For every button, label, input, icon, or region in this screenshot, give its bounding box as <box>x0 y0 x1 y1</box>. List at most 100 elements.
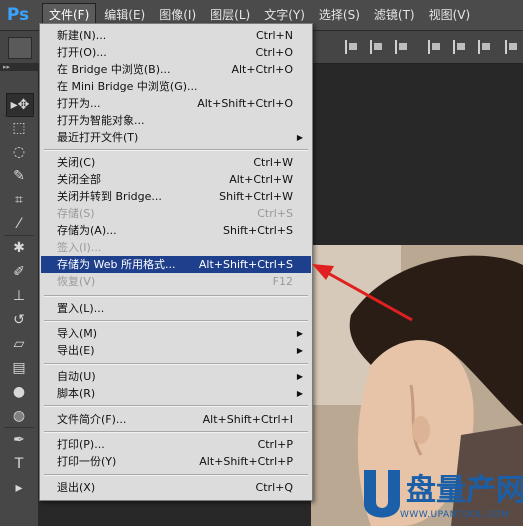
file-menu-item[interactable]: 打开为... Alt+Shift+Ctrl+O <box>41 95 311 112</box>
file-menu-item[interactable]: 文件简介(F)... Alt+Shift+Ctrl+I <box>41 411 311 428</box>
path-select-tool-icon[interactable]: ▸ <box>6 477 32 499</box>
menu-item-shortcut: Shift+Ctrl+S <box>223 224 293 237</box>
file-menu-item[interactable]: 在 Mini Bridge 中浏览(G)... <box>41 78 311 95</box>
file-menu-item[interactable]: 打开为智能对象... <box>41 112 311 129</box>
crop-tool-icon[interactable]: ⌗ <box>6 189 32 211</box>
blur-tool-icon[interactable]: ● <box>6 381 32 403</box>
menu-separator <box>44 149 308 151</box>
file-menu-item[interactable]: 置入(L)... <box>41 300 311 317</box>
menu-item-label: 自动(U) <box>57 370 96 383</box>
align-left-icon[interactable] <box>428 40 442 54</box>
file-menu-item[interactable]: 关闭全部 Alt+Ctrl+W <box>41 171 311 188</box>
quick-select-tool-icon[interactable]: ✎ <box>6 165 32 187</box>
menu-separator <box>44 474 308 476</box>
history-brush-tool-icon[interactable]: ↺ <box>6 309 32 331</box>
align-top-icon[interactable] <box>345 40 359 54</box>
file-menu-item[interactable]: 打印一份(Y) Alt+Shift+Ctrl+P <box>41 453 311 470</box>
dodge-tool-icon[interactable]: ◍ <box>6 405 32 427</box>
menu-item-label: 关闭并转到 Bridge... <box>57 190 162 203</box>
watermark-url: WWW.UPANTOOL.COM <box>400 510 510 520</box>
menu-item-label: 脚本(R) <box>57 387 96 400</box>
menu-item-shortcut: Alt+Shift+Ctrl+I <box>202 413 293 426</box>
menu-item-label: 文件简介(F)... <box>57 413 127 426</box>
menu-item-shortcut: Alt+Shift+Ctrl+P <box>199 455 293 468</box>
menu-filter[interactable]: 滤镜(T) <box>368 4 421 26</box>
menu-item-label: 新建(N)... <box>57 29 107 42</box>
eyedropper-tool-icon[interactable]: ⁄ <box>6 213 32 235</box>
menu-item-label: 存储为 Web 所用格式... <box>57 258 176 271</box>
file-menu-item[interactable]: 脚本(R) ▶ <box>41 385 311 402</box>
menu-item-label: 导入(M) <box>57 327 98 340</box>
menu-item-label: 置入(L)... <box>57 302 105 315</box>
healing-brush-tool-icon[interactable]: ✱ <box>6 237 32 259</box>
menu-item-shortcut: F12 <box>272 275 293 288</box>
menu-select[interactable]: 选择(S) <box>313 4 366 26</box>
menu-item-shortcut: Ctrl+N <box>255 29 293 42</box>
menu-item-label: 在 Mini Bridge 中浏览(G)... <box>57 80 198 93</box>
menu-item-shortcut: Ctrl+P <box>257 438 293 451</box>
menu-view[interactable]: 视图(V) <box>423 4 477 26</box>
brush-tool-icon[interactable]: ✐ <box>6 261 32 283</box>
menu-separator <box>44 320 308 322</box>
menu-separator <box>44 405 308 407</box>
eraser-tool-icon[interactable]: ▱ <box>6 333 32 355</box>
tools-panel: ▸✥ ⬚ ◌ ✎ ⌗ ⁄ ✱ ✐ ⊥ ↺ ▱ ▤ ● ◍ ✒ T ▸ <box>0 71 39 526</box>
menu-item-shortcut: Alt+Ctrl+W <box>229 173 293 186</box>
align-right-icon[interactable] <box>478 40 492 54</box>
menu-item-label: 打开为智能对象... <box>57 114 145 127</box>
file-menu-item[interactable]: 导入(M) ▶ <box>41 325 311 342</box>
distribute-icon[interactable] <box>505 40 519 54</box>
menu-item-label: 关闭(C) <box>57 156 96 169</box>
menu-separator <box>44 431 308 433</box>
file-menu-item[interactable]: 退出(X) Ctrl+Q <box>41 479 311 496</box>
tool-separator <box>4 235 34 236</box>
submenu-arrow-icon: ▶ <box>296 346 303 355</box>
file-menu-item: 签入(I)... <box>41 239 311 256</box>
type-tool-icon[interactable]: T <box>6 453 32 475</box>
menu-item-shortcut: Alt+Shift+Ctrl+S <box>198 258 293 271</box>
photoshop-logo: Ps <box>6 5 30 25</box>
move-tool-icon[interactable]: ▸✥ <box>6 93 34 117</box>
watermark-brand-text: 盘量产网 <box>406 473 523 508</box>
menu-item-label: 打印一份(Y) <box>57 455 117 468</box>
menu-item-label: 恢复(V) <box>57 275 96 288</box>
file-menu-item: 恢复(V) F12 <box>41 273 311 290</box>
pen-tool-icon[interactable]: ✒ <box>6 429 32 451</box>
file-menu-item[interactable]: 在 Bridge 中浏览(B)... Alt+Ctrl+O <box>41 61 311 78</box>
menu-item-shortcut: Shift+Ctrl+W <box>219 190 293 203</box>
menu-item-label: 导出(E) <box>57 344 95 357</box>
align-vcenter-icon[interactable] <box>370 40 384 54</box>
file-menu-dropdown: 新建(N)... Ctrl+N 打开(O)... Ctrl+O 在 Bridge 中浏览… <box>39 23 313 501</box>
file-menu-item[interactable]: 自动(U) ▶ <box>41 368 311 385</box>
marquee-tool-icon[interactable]: ⬚ <box>6 117 32 139</box>
menu-item-label: 退出(X) <box>57 481 96 494</box>
submenu-arrow-icon: ▶ <box>296 133 303 142</box>
file-menu-item[interactable]: 关闭并转到 Bridge... Shift+Ctrl+W <box>41 188 311 205</box>
menu-item-shortcut: Ctrl+S <box>257 207 293 220</box>
file-menu-item[interactable]: 打开(O)... Ctrl+O <box>41 44 311 61</box>
menu-item-label: 打印(P)... <box>57 438 105 451</box>
file-menu-item[interactable]: 新建(N)... Ctrl+N <box>41 27 311 44</box>
file-menu-item[interactable]: 导出(E) ▶ <box>41 342 311 359</box>
menu-item-shortcut: Alt+Shift+Ctrl+O <box>197 97 293 110</box>
file-menu-item[interactable]: 最近打开文件(T) ▶ <box>41 129 311 146</box>
clone-stamp-tool-icon[interactable]: ⊥ <box>6 285 32 307</box>
align-bottom-icon[interactable] <box>395 40 409 54</box>
panel-collapse-strip[interactable]: ▸▸ <box>0 63 40 71</box>
file-menu-item[interactable]: 关闭(C) Ctrl+W <box>41 154 311 171</box>
menu-item-label: 存储(S) <box>57 207 95 220</box>
file-menu-item[interactable]: 打印(P)... Ctrl+P <box>41 436 311 453</box>
lasso-tool-icon[interactable]: ◌ <box>6 141 32 163</box>
menu-item-shortcut: Ctrl+O <box>255 46 293 59</box>
gradient-tool-icon[interactable]: ▤ <box>6 357 32 379</box>
file-menu-item[interactable]: 存储为 Web 所用格式... Alt+Shift+Ctrl+S <box>41 256 311 273</box>
file-menu-item[interactable]: 存储为(A)... Shift+Ctrl+S <box>41 222 311 239</box>
menu-item-label: 打开(O)... <box>57 46 107 59</box>
tool-preset-picker[interactable] <box>8 37 32 59</box>
tool-separator <box>4 115 34 116</box>
align-hcenter-icon[interactable] <box>453 40 467 54</box>
menu-item-label: 签入(I)... <box>57 241 102 254</box>
menu-separator <box>44 363 308 365</box>
menu-item-label: 关闭全部 <box>57 173 101 186</box>
menu-item-shortcut: Alt+Ctrl+O <box>231 63 293 76</box>
